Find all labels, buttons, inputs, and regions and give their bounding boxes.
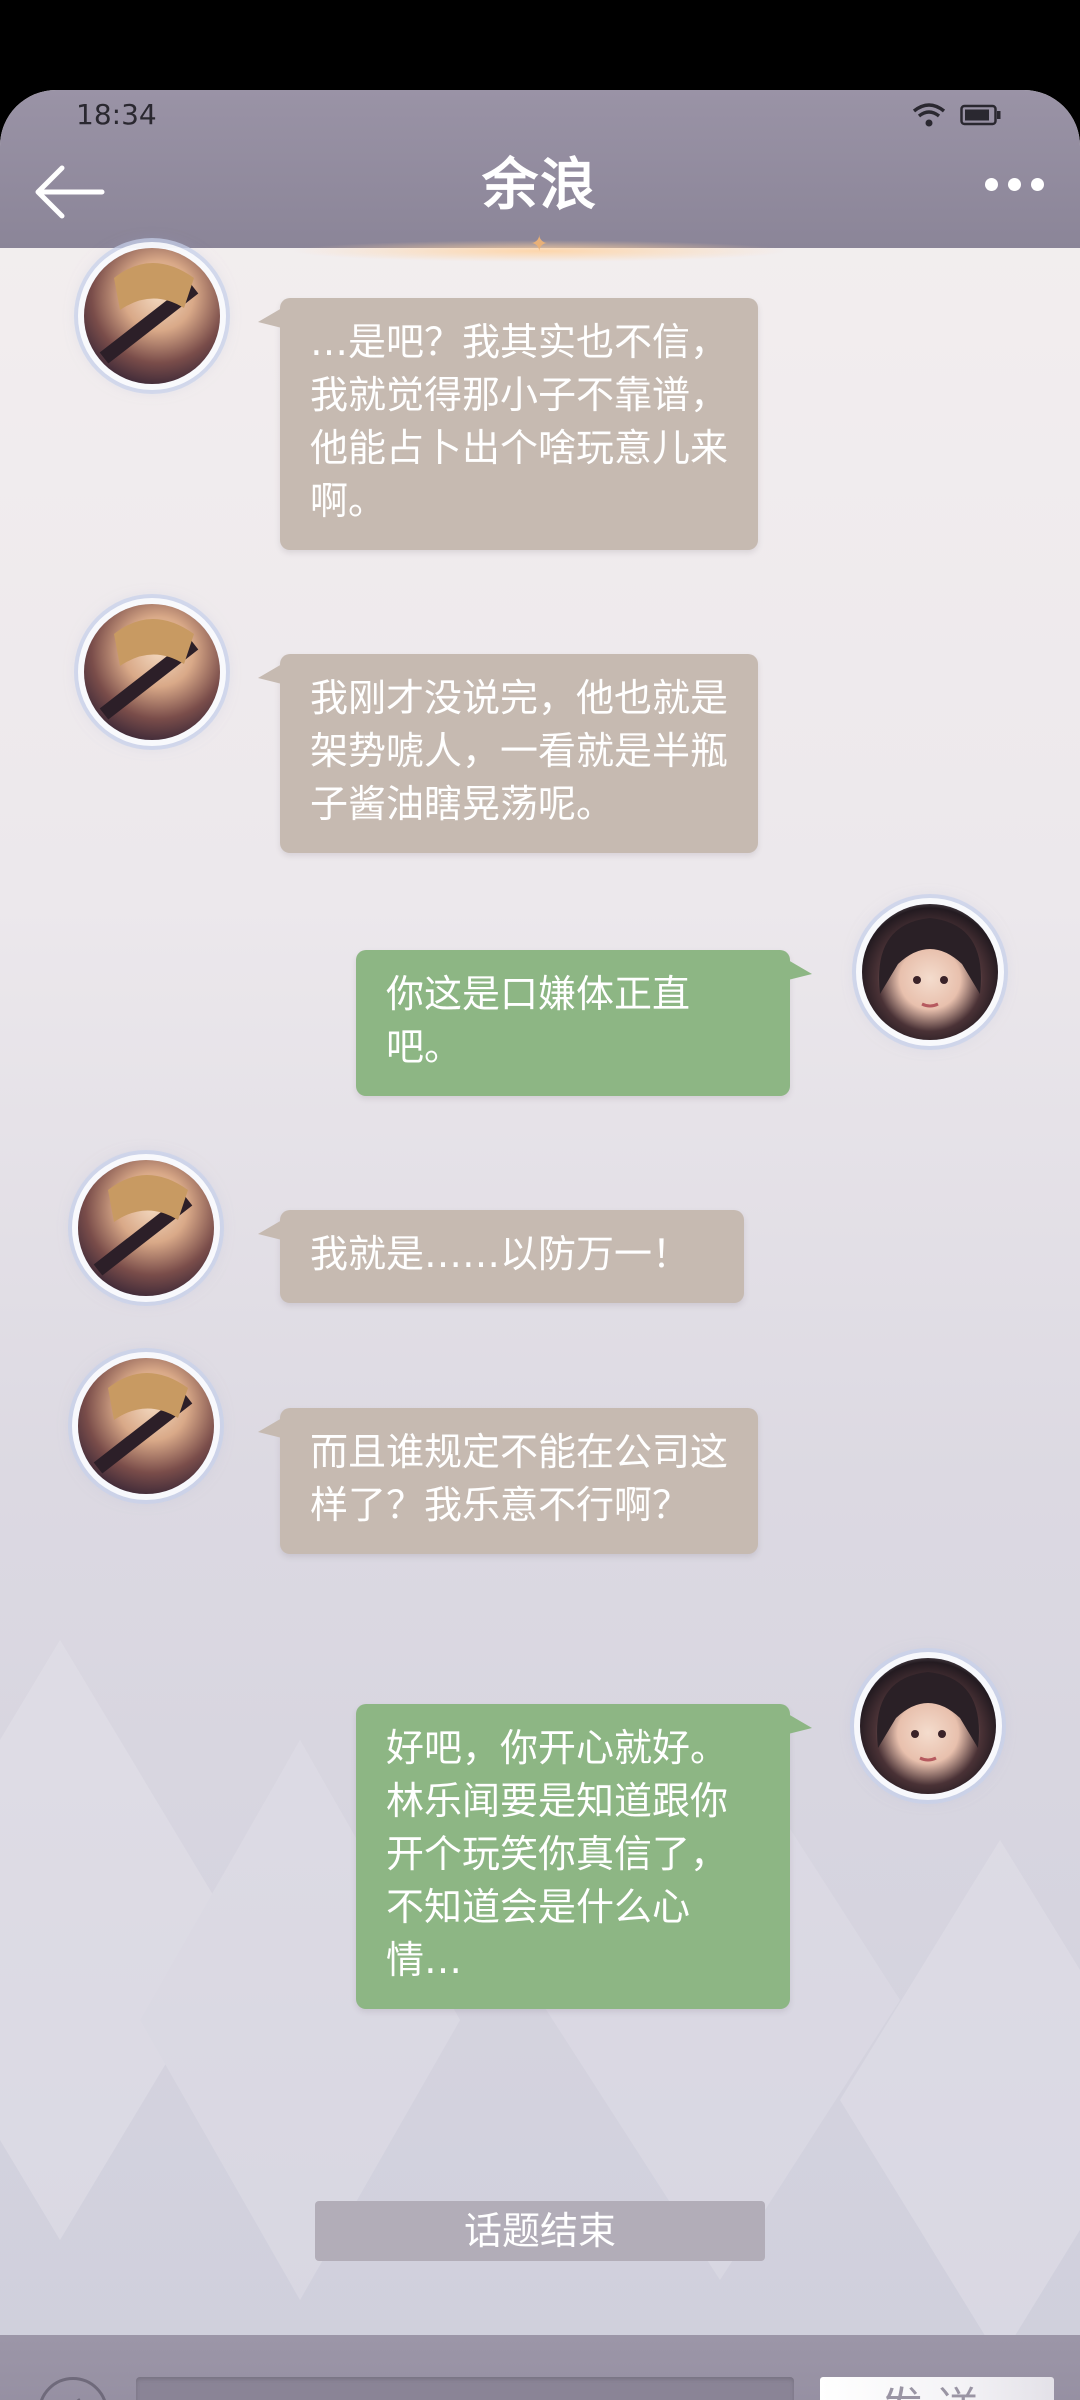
more-dot [1031, 178, 1044, 191]
contact-name: 余浪 [482, 152, 598, 218]
wifi-icon [912, 102, 946, 132]
more-dots-icon [985, 178, 998, 191]
bubble-tail [788, 1714, 812, 1734]
message-text: 好吧，你开心就好。林乐闻要是知道跟你开个玩笑你真信了，不知道会是什么心情… [386, 1726, 729, 1982]
user-avatar[interactable] [860, 1658, 996, 1794]
topic-end-label: 话题结束 [315, 2201, 765, 2261]
message-bubble-received: 我刚才没说完，他也就是架势唬人，一看就是半瓶子酱油瞎晃荡呢。 [258, 654, 758, 853]
more-button[interactable] [985, 178, 1044, 191]
voice-icon [76, 2398, 81, 2400]
message-text: 我刚才没说完，他也就是架势唬人，一看就是半瓶子酱油瞎晃荡呢。 [310, 676, 729, 826]
contact-avatar[interactable] [78, 1160, 214, 1296]
more-dot [1008, 178, 1021, 191]
chat-header: 18:34 余浪 [0, 90, 1080, 248]
battery-icon [960, 103, 1002, 131]
bubble-tail [258, 308, 282, 328]
bubble-tail [788, 960, 812, 980]
message-text: 我就是……以防万一！ [310, 1232, 691, 1276]
message-bubble-received: 我就是……以防万一！ [258, 1210, 744, 1303]
contact-avatar[interactable] [84, 248, 220, 384]
message-text: 而且谁规定不能在公司这样了？我乐意不行啊？ [310, 1430, 729, 1527]
message-bubble-sent: 好吧，你开心就好。林乐闻要是知道跟你开个玩笑你真信了，不知道会是什么心情… [356, 1704, 812, 2009]
user-avatar[interactable] [862, 904, 998, 1040]
message-input[interactable] [136, 2377, 794, 2400]
chat-screen: 18:34 余浪 ✦ …是吧？我其实也不信，我就觉得那小子不靠谱，他能占卜出个啥… [0, 90, 1080, 2400]
message-bubble-received: …是吧？我其实也不信，我就觉得那小子不靠谱，他能占卜出个啥玩意儿来啊。 [258, 298, 758, 550]
input-bar: 发送 [0, 2335, 1080, 2400]
bubble-tail [258, 1418, 282, 1438]
contact-avatar[interactable] [78, 1358, 214, 1494]
message-bubble-received: 而且谁规定不能在公司这样了？我乐意不行啊？ [258, 1408, 758, 1554]
voice-button[interactable] [38, 2377, 108, 2400]
bubble-tail [258, 664, 282, 684]
message-text: 你这是口嫌体正直吧。 [386, 972, 691, 1069]
status-icons [912, 102, 1002, 132]
contact-avatar[interactable] [84, 604, 220, 740]
message-text: …是吧？我其实也不信，我就觉得那小子不靠谱，他能占卜出个啥玩意儿来啊。 [310, 320, 729, 523]
send-button[interactable]: 发送 [820, 2377, 1054, 2400]
status-time: 18:34 [76, 98, 157, 131]
message-bubble-sent: 你这是口嫌体正直吧。 [356, 950, 812, 1096]
bubble-tail [258, 1220, 282, 1240]
sparkle-icon: ✦ [530, 232, 549, 257]
